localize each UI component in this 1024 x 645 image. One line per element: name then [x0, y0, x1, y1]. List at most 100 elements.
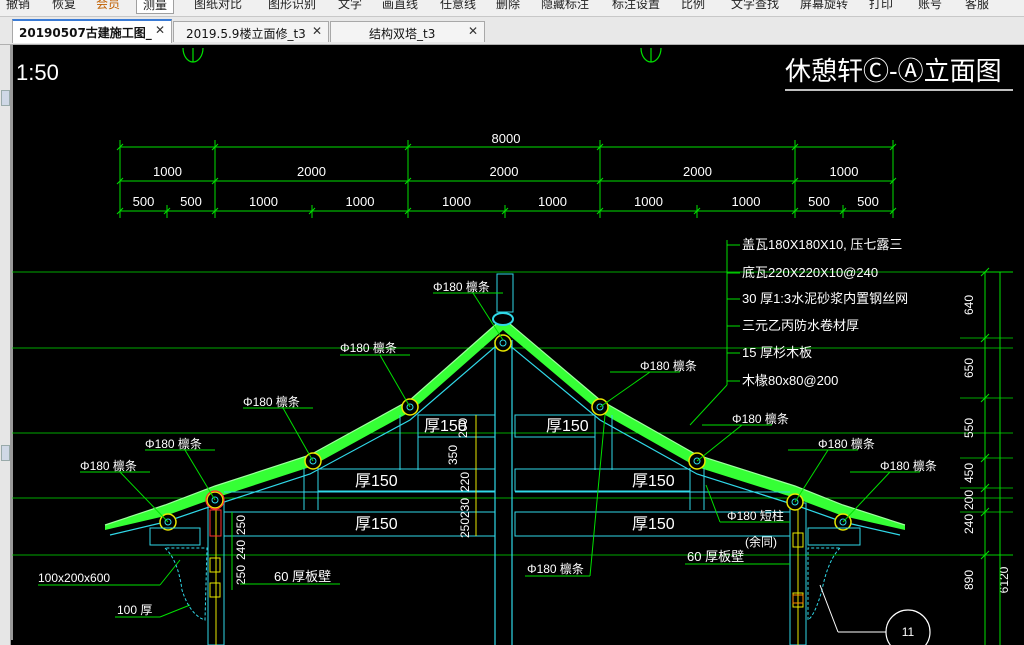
panel-handle-icon[interactable]: [1, 445, 10, 461]
toolbar-item-15[interactable]: 打印: [869, 0, 893, 12]
dim-row1-value: 1000: [153, 164, 182, 179]
dim-row2-value: 500: [133, 194, 155, 209]
purlin-label: Φ180 檩条: [243, 394, 300, 409]
toolbar-item-14[interactable]: 屏幕旋转: [800, 0, 848, 12]
close-icon[interactable]: ✕: [468, 24, 478, 38]
purlin-icon: [494, 334, 512, 352]
dim-row2-value: 500: [857, 194, 879, 209]
drawing-title: 休憩轩Ⓒ-Ⓐ立面图: [785, 56, 1002, 86]
left-ornament-icon: [163, 547, 208, 621]
dim-total: 8000: [492, 131, 521, 146]
purlin-label: Φ180 檩条: [340, 340, 397, 355]
side-leader: [159, 559, 181, 586]
dim-row2-value: 500: [808, 194, 830, 209]
right-dim-value: 550: [962, 418, 976, 438]
left-bracket-block: [149, 527, 201, 546]
right-dim-total: 6120: [997, 566, 1011, 593]
bolt-marker-icon: [209, 557, 221, 573]
purlin-leader: [599, 371, 651, 408]
side-note: 60 厚板壁: [687, 549, 744, 564]
toolbar-item-4[interactable]: 图纸对比: [194, 0, 242, 12]
toolbar-item-17[interactable]: 客服: [965, 0, 989, 12]
dim-row1-value: 2000: [683, 164, 712, 179]
close-icon[interactable]: ✕: [155, 23, 165, 37]
document-tab-bar: 20190507古建施工图_ ✕ 2019.5.9楼立面修_t3 ✕ 结构双塔_…: [0, 17, 1024, 45]
right-ornament-icon: [807, 547, 842, 621]
toolbar-item-12[interactable]: 比例: [681, 0, 705, 12]
tab-document-2[interactable]: 2019.5.9楼立面修_t3 ✕: [173, 21, 329, 42]
purlin-label: Φ180 檩条: [80, 458, 137, 473]
toolbar-item-0[interactable]: 撤销: [6, 0, 30, 12]
right-dim-value: 240: [962, 514, 976, 534]
side-leader: [159, 604, 191, 618]
side-leader: [589, 414, 606, 577]
roof-rafter-line: [109, 339, 901, 536]
dim-row2-value: 1000: [732, 194, 761, 209]
close-icon[interactable]: ✕: [312, 24, 322, 38]
toolbar-item-3[interactable]: 测量: [136, 0, 175, 14]
left-dim-value: 250: [234, 565, 248, 585]
toolbar-item-7[interactable]: 画直线: [382, 0, 418, 12]
right-dim-value: 650: [962, 358, 976, 378]
dim-row2-value: 1000: [249, 194, 278, 209]
tab-label: 2019.5.9楼立面修_t3: [186, 27, 306, 41]
ridge-tile-icon: [492, 312, 514, 326]
toolbar-item-1[interactable]: 恢复: [52, 0, 76, 12]
tab-document-1[interactable]: 20190507古建施工图_ ✕: [12, 19, 172, 43]
beam-label: 厚150: [355, 516, 398, 533]
side-note: 60 厚板壁: [274, 569, 331, 584]
purlin-label: Φ180 檩条: [818, 436, 875, 451]
roof-note: 盖瓦180X180X10, 压七露三: [742, 237, 902, 252]
dim-row2-value: 1000: [634, 194, 663, 209]
panel-handle-icon[interactable]: [1, 90, 10, 106]
purlin-label: Φ180 檩条: [145, 436, 202, 451]
side-note: (余同): [745, 534, 777, 549]
tab-label: 结构双塔_t3: [369, 27, 436, 41]
toolbar-item-10[interactable]: 隐藏标注: [541, 0, 589, 12]
detail-number: 11: [902, 625, 915, 639]
side-note: 100x200x600: [38, 571, 110, 585]
purlin-label: Φ180 檩条: [732, 411, 789, 426]
beam-label: 厚150: [632, 516, 675, 533]
side-leader: [705, 484, 721, 523]
toolbar-item-2[interactable]: 会员: [96, 0, 120, 12]
right-bracket-block: [807, 527, 861, 546]
beam-label: 厚150: [632, 473, 675, 490]
dim-row2-value: 500: [180, 194, 202, 209]
roof-note: 底瓦220X220X10@240: [742, 265, 878, 280]
side-note: Φ180 檩条: [527, 561, 584, 576]
toolbar-item-9[interactable]: 删除: [496, 0, 520, 12]
dim-row2-value: 1000: [346, 194, 375, 209]
roof-note: 30 厚1:3水泥砂浆内置钢丝网: [742, 291, 908, 306]
center-dim-value: 220: [458, 472, 472, 492]
center-dim-value: 230: [458, 498, 472, 518]
tab-label: 20190507古建施工图_: [19, 26, 152, 40]
toolbar-item-8[interactable]: 任意线: [440, 0, 476, 12]
toolbar-item-6[interactable]: 文字: [338, 0, 362, 12]
beam-label: 厚150: [546, 418, 589, 435]
dim-row1-value: 2000: [490, 164, 519, 179]
drawing-scale: 1:50: [16, 60, 59, 85]
right-dim-value: 640: [962, 295, 976, 315]
toolbar-item-11[interactable]: 标注设置: [612, 0, 660, 12]
purlin-label: Φ180 檩条: [880, 458, 937, 473]
purlin-label: Φ180 檩条: [433, 279, 490, 294]
dim-row1-value: 1000: [830, 164, 859, 179]
right-dim-value: 450: [962, 463, 976, 483]
toolbar-item-16[interactable]: 账号: [918, 0, 942, 12]
toolbar-item-13[interactable]: 文字查找: [731, 0, 779, 12]
grid-bubble-left-icon: [182, 47, 204, 63]
purlin-leader: [696, 424, 743, 462]
purlin-label: Φ180 檩条: [640, 358, 697, 373]
beam-label: 厚150: [355, 473, 398, 490]
dim-row2-value: 1000: [538, 194, 567, 209]
left-side-panel[interactable]: [0, 45, 11, 645]
roof-note: 三元乙丙防水卷材厚: [742, 318, 859, 333]
main-toolbar: 撤销 恢复 会员 测量 图纸对比 图形识别 文字 画直线 任意线 删除 隐藏标注 标注设置 比例 文字查找…: [0, 0, 1024, 17]
tab-document-3[interactable]: 结构双塔_t3 ✕: [330, 21, 485, 42]
dim-row1-value: 2000: [297, 164, 326, 179]
right-dim-value: 200: [962, 490, 976, 510]
toolbar-item-5[interactable]: 图形识别: [268, 0, 316, 12]
cad-drawing-canvas[interactable]: 1:50 休憩轩Ⓒ-Ⓐ立面图80001000 2000 2000 2000 1000500…: [11, 45, 1024, 645]
left-dim-value: 240: [234, 540, 248, 560]
